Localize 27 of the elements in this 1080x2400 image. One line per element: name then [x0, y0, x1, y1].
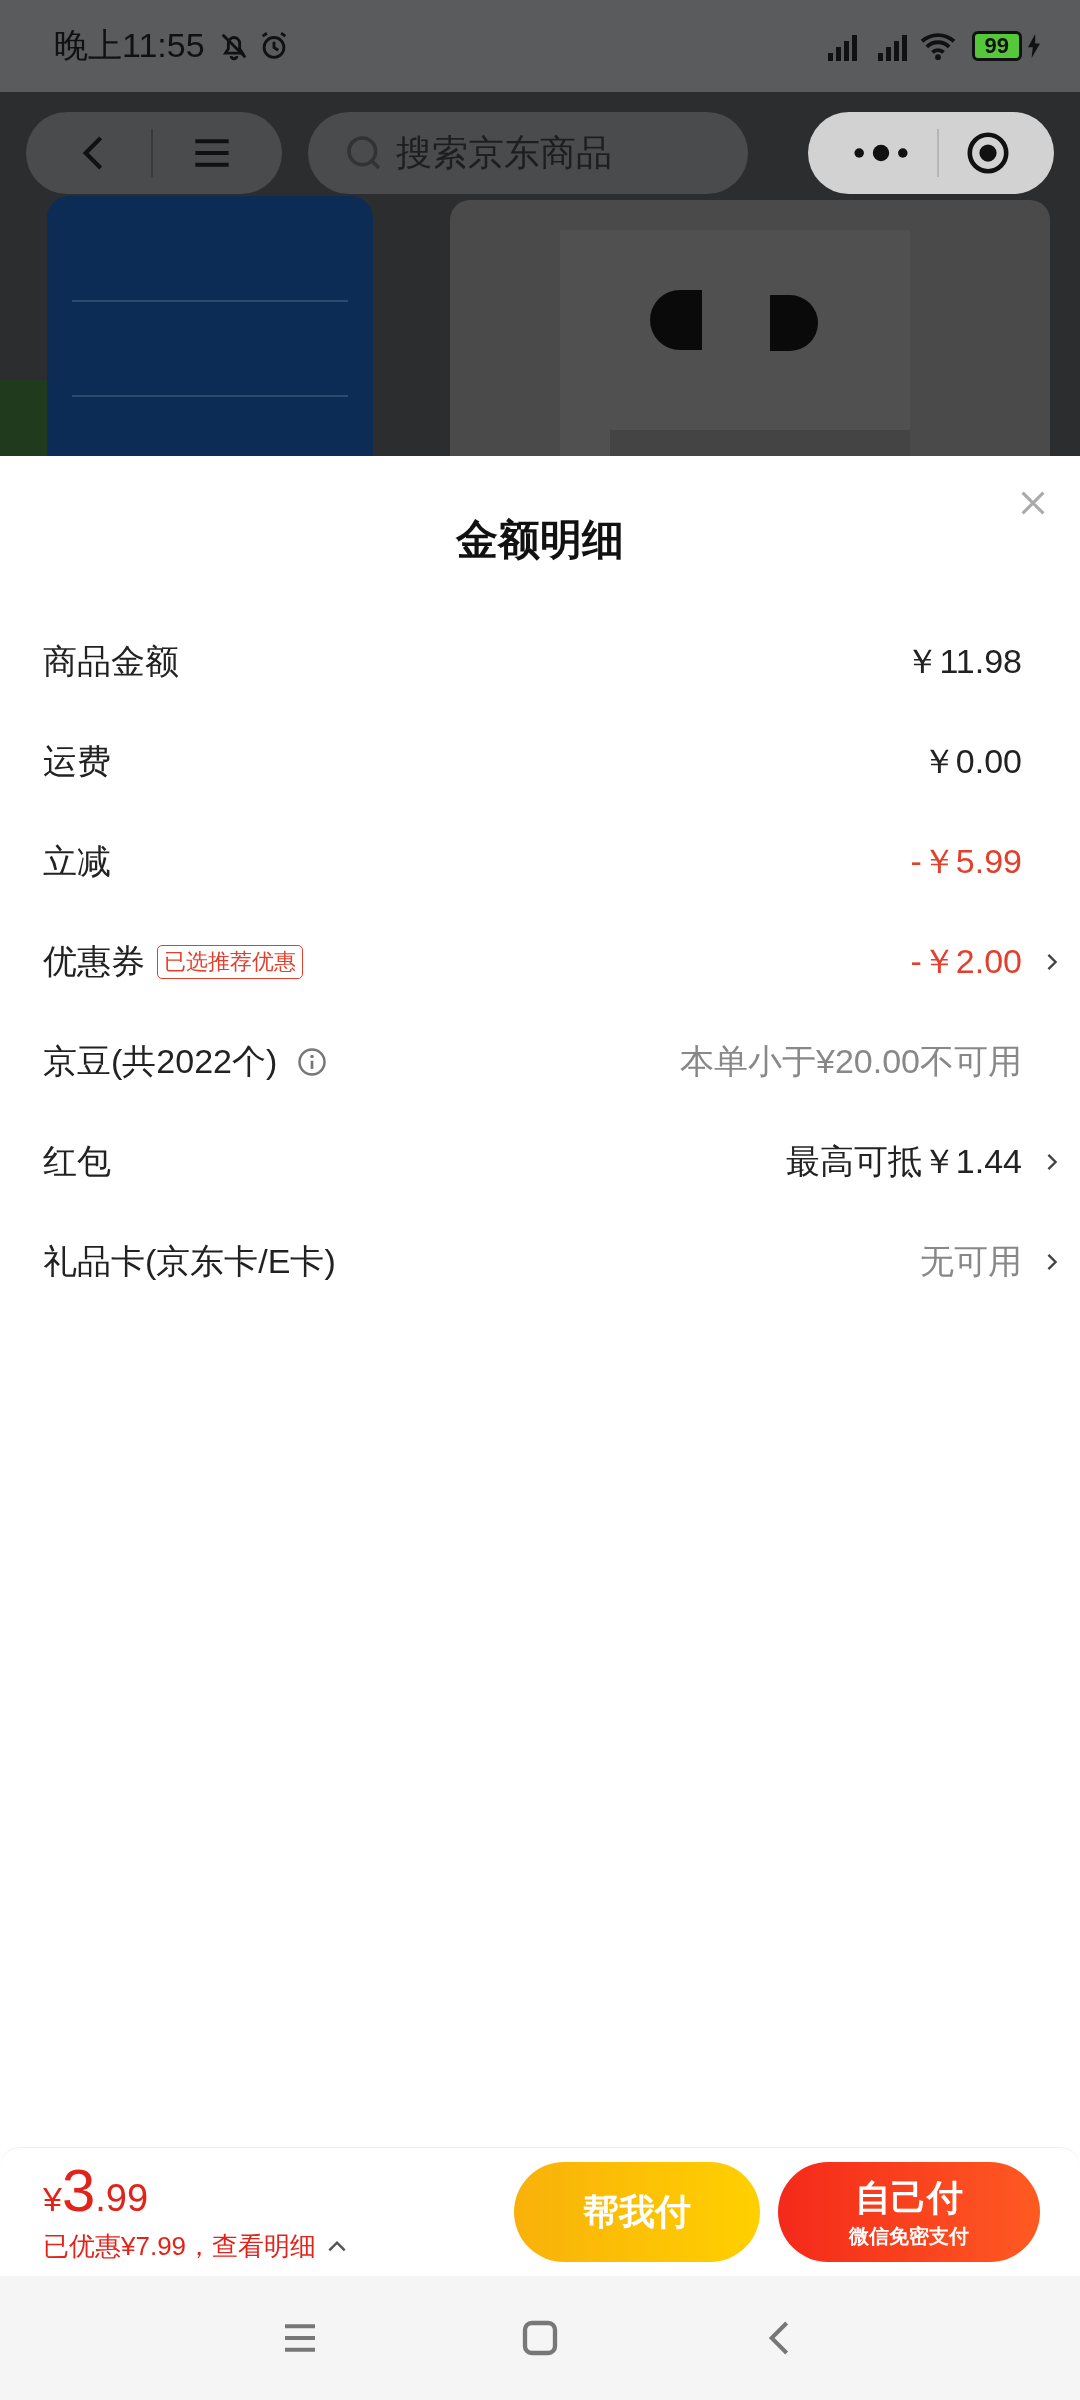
- row-value: -￥2.00: [910, 941, 1022, 982]
- row-label: 立减: [43, 841, 111, 882]
- pay-button[interactable]: 自己付 微信免密支付: [778, 2162, 1040, 2262]
- row-label: 优惠券: [43, 941, 145, 982]
- status-time: 晚上11:55: [54, 25, 205, 66]
- caret-up-icon[interactable]: [326, 2239, 349, 2253]
- battery-indicator: 99: [971, 31, 1022, 61]
- row-label: 红包: [43, 1141, 111, 1182]
- row-label: 运费: [43, 741, 111, 782]
- charging-icon: [1028, 33, 1040, 59]
- coupon-tag: 已选推荐优惠: [157, 945, 303, 979]
- close-target-icon[interactable]: [965, 130, 1011, 176]
- row-label: 京豆(共2022个): [43, 1041, 278, 1082]
- row-label: 礼品卡(京东卡/E卡): [43, 1241, 336, 1282]
- row-value: 最高可抵￥1.44: [785, 1141, 1022, 1182]
- row-value: ￥11.98: [905, 641, 1022, 682]
- info-icon[interactable]: [297, 1047, 328, 1077]
- row-label: 商品金额: [43, 641, 179, 682]
- savings-link[interactable]: 已优惠¥7.99，查看明细: [43, 2228, 317, 2264]
- row-value: -￥5.99: [910, 841, 1022, 882]
- sheet-title: 金额明细: [456, 515, 624, 565]
- row-value: 本单小于¥20.00不可用: [680, 1041, 1022, 1082]
- home-icon[interactable]: [520, 2318, 560, 2358]
- total-price: ¥3.99: [43, 2160, 150, 2221]
- row-value: 无可用: [920, 1241, 1022, 1282]
- close-icon[interactable]: [1020, 490, 1046, 516]
- row-value: ￥0.00: [921, 741, 1022, 782]
